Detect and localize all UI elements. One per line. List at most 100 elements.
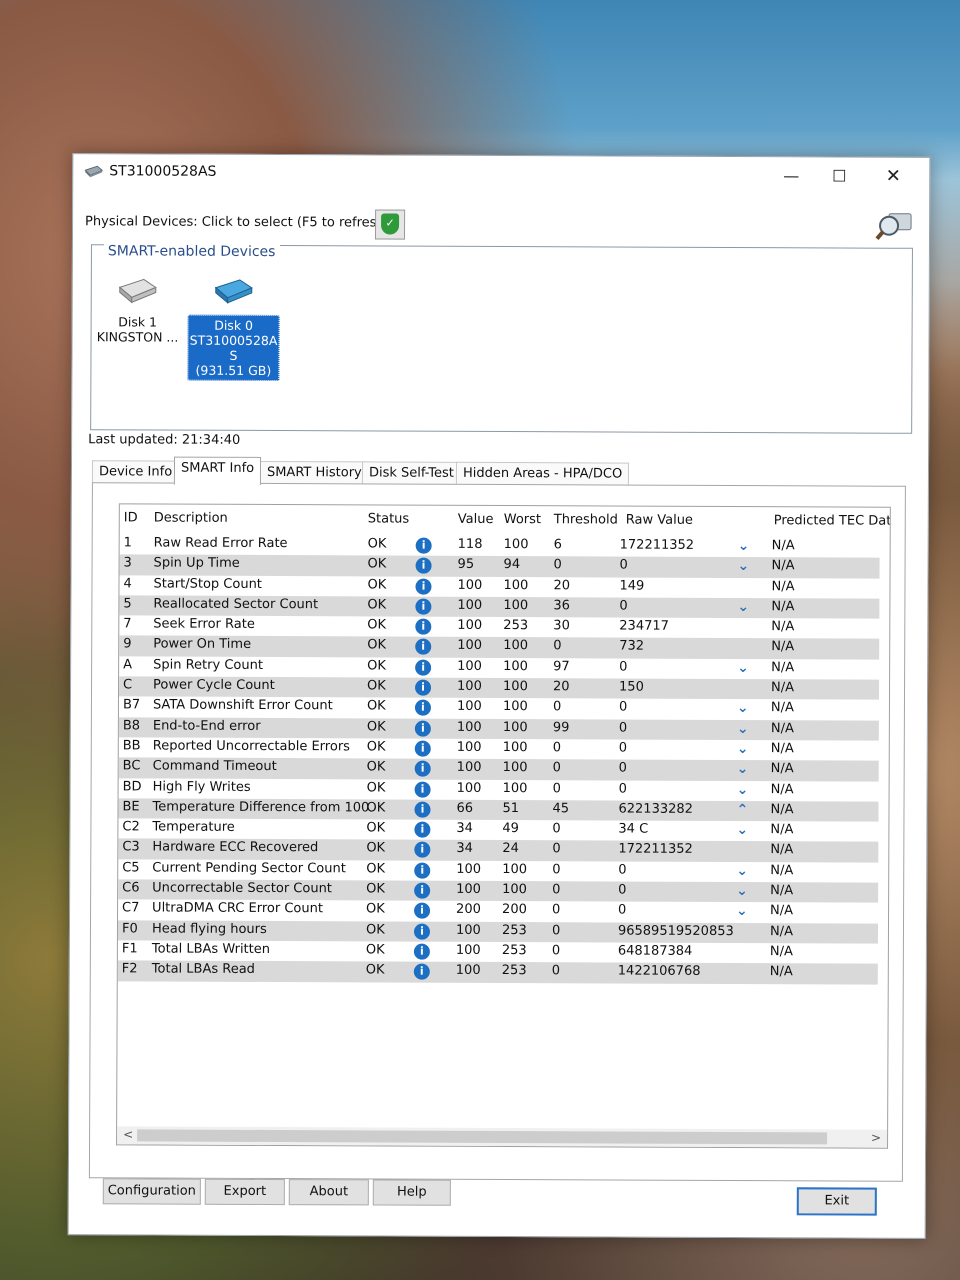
cell-id: 3: [123, 555, 132, 571]
info-icon[interactable]: i: [415, 537, 432, 554]
info-icon[interactable]: i: [414, 842, 431, 859]
cell-worst: 100: [503, 658, 528, 674]
magnifier-icon[interactable]: [875, 208, 915, 242]
header-worst[interactable]: Worst: [504, 512, 541, 527]
cell-threshold: 0: [552, 740, 562, 756]
info-icon[interactable]: i: [415, 598, 432, 615]
scrollbar-thumb[interactable]: [137, 1129, 828, 1145]
info-icon[interactable]: i: [414, 700, 431, 717]
cell-value: 34: [456, 841, 473, 857]
header-description[interactable]: Description: [154, 510, 228, 525]
physical-devices-label: Physical Devices: Click to select (F5 to…: [85, 214, 390, 231]
exit-button[interactable]: Exit: [796, 1187, 877, 1216]
cell-predicted-tec-date: N/A: [771, 659, 795, 676]
disk-0-label: Disk 0 ST31000528A S (931.51 GB): [187, 314, 280, 382]
cell-description: Spin Retry Count: [153, 657, 263, 673]
chevron-down-icon: ⌄: [736, 761, 749, 778]
cell-id: 5: [123, 596, 132, 612]
cell-description: Power On Time: [153, 636, 252, 653]
info-icon[interactable]: i: [415, 639, 432, 656]
cell-raw-value: 149: [619, 578, 645, 594]
device-disk-0[interactable]: Disk 0 ST31000528A S (931.51 GB): [187, 276, 280, 382]
info-icon[interactable]: i: [415, 659, 432, 676]
cell-value: 100: [456, 760, 482, 776]
cell-raw-value: 648187384: [617, 943, 693, 959]
cell-threshold: 0: [551, 922, 561, 938]
cell-predicted-tec-date: N/A: [769, 923, 794, 939]
cell-status: OK: [366, 861, 386, 877]
cell-description: Temperature Difference from 100: [152, 799, 370, 816]
header-value[interactable]: Value: [458, 512, 494, 527]
info-icon[interactable]: i: [414, 801, 431, 818]
info-icon[interactable]: i: [414, 760, 431, 777]
about-button[interactable]: About: [288, 1179, 369, 1206]
cell-predicted-tec-date: N/A: [769, 964, 793, 980]
info-icon[interactable]: i: [414, 781, 431, 798]
info-icon[interactable]: i: [415, 557, 432, 575]
minimize-button[interactable]: —: [771, 163, 811, 189]
title-bar[interactable]: ST31000528AS — ☐ ✕: [73, 154, 929, 194]
cell-id: BC: [122, 758, 141, 774]
header-predicted-tec-date[interactable]: Predicted TEC Date: [774, 513, 891, 529]
cell-status: OK: [366, 698, 386, 714]
scroll-right-icon[interactable]: >: [871, 1131, 881, 1145]
info-icon[interactable]: i: [414, 821, 431, 838]
cell-id: B7: [122, 697, 141, 713]
cell-threshold: 0: [552, 882, 561, 898]
header-id[interactable]: ID: [124, 510, 138, 525]
cell-id: B8: [122, 718, 141, 734]
info-icon[interactable]: i: [414, 862, 431, 879]
help-button[interactable]: Help: [372, 1179, 451, 1206]
cell-status: OK: [366, 901, 385, 917]
cell-status: OK: [366, 820, 386, 836]
chevron-up-icon: ⌃: [736, 801, 749, 818]
scroll-left-icon[interactable]: <: [123, 1127, 133, 1141]
cell-raw-value: 0: [618, 862, 627, 878]
cell-predicted-tec-date: N/A: [770, 862, 794, 879]
cell-value: 100: [457, 577, 483, 593]
chevron-down-icon: ⌄: [736, 700, 749, 717]
horizontal-scrollbar[interactable]: < >: [117, 1126, 888, 1148]
refresh-button[interactable]: ✓: [374, 209, 406, 240]
cell-raw-value: 0: [619, 659, 628, 675]
info-icon[interactable]: i: [413, 943, 430, 960]
info-icon[interactable]: i: [413, 963, 430, 980]
cell-status: OK: [367, 536, 387, 552]
device-disk-1[interactable]: Disk 1 KINGSTON ...: [92, 275, 184, 345]
info-icon[interactable]: i: [414, 882, 431, 899]
cell-threshold: 30: [553, 618, 570, 634]
cell-status: OK: [367, 556, 387, 572]
chevron-down-icon: ⌄: [736, 822, 749, 839]
info-icon[interactable]: i: [415, 578, 432, 595]
cell-description: Spin Up Time: [153, 555, 240, 572]
cell-threshold: 0: [551, 963, 561, 979]
info-icon[interactable]: i: [414, 740, 431, 757]
tab-disk-self-test[interactable]: Disk Self-Test: [361, 461, 461, 485]
cell-id: 7: [123, 616, 132, 632]
table-row[interactable]: F2 Total LBAs Read OK 100 253 0 1422106768 N/A i: [117, 960, 878, 985]
tab-smart-info[interactable]: SMART Info: [173, 456, 262, 485]
cell-threshold: 0: [552, 821, 561, 837]
tab-smart-history[interactable]: SMART History: [259, 460, 369, 485]
info-icon[interactable]: i: [415, 679, 432, 696]
cell-threshold: 20: [553, 679, 570, 695]
header-status[interactable]: Status: [368, 511, 410, 526]
close-button[interactable]: ✕: [873, 164, 913, 190]
info-icon[interactable]: i: [413, 923, 431, 940]
tab-device-info[interactable]: Device Info: [91, 460, 180, 484]
header-threshold[interactable]: Threshold: [554, 512, 618, 527]
chevron-down-icon: ⌄: [736, 883, 748, 900]
cell-id: A: [123, 657, 133, 673]
maximize-button[interactable]: ☐: [819, 163, 859, 189]
header-raw-value[interactable]: Raw Value: [626, 513, 693, 528]
export-button[interactable]: Export: [204, 1178, 285, 1206]
cell-status: OK: [367, 678, 386, 694]
configuration-button[interactable]: Configuration: [102, 1178, 201, 1205]
tab-hidden-areas[interactable]: Hidden Areas - HPA/DCO: [455, 461, 630, 486]
chevron-down-icon: ⌄: [736, 903, 748, 920]
cell-threshold: 45: [552, 801, 570, 817]
info-icon[interactable]: i: [414, 902, 431, 920]
info-icon[interactable]: i: [414, 720, 431, 737]
info-icon[interactable]: i: [415, 618, 432, 635]
smart-attributes-table[interactable]: ID Description Status Value Worst Thresh…: [116, 503, 891, 1149]
